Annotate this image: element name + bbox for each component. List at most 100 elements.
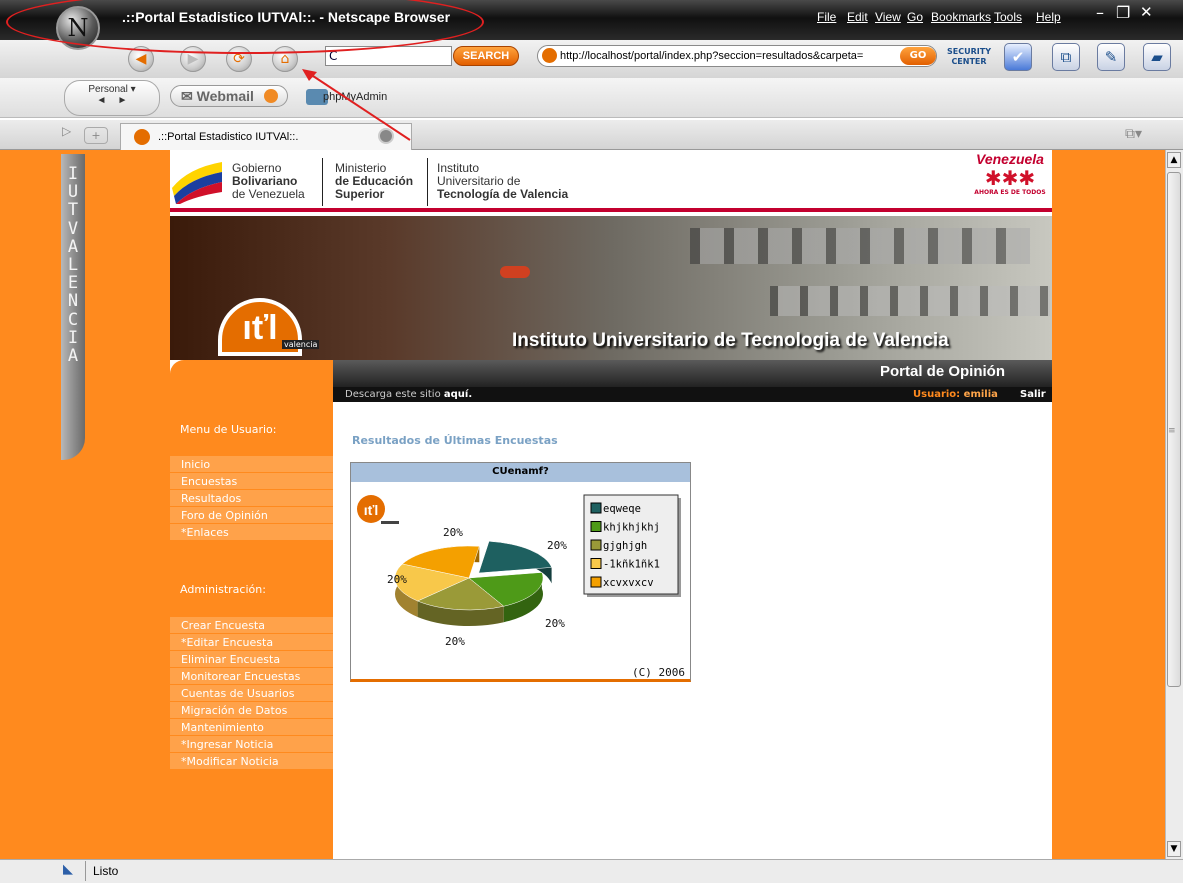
people-stars-icon: ✱✱✱ bbox=[984, 166, 1036, 190]
legend-label: -1kñk1ñk1 bbox=[603, 559, 660, 571]
search-input[interactable]: C bbox=[325, 46, 452, 66]
tab-favicon-icon bbox=[134, 129, 150, 145]
maximize-icon[interactable]: ❐ bbox=[1116, 3, 1130, 22]
connection-status-icon: ◣ bbox=[63, 862, 73, 877]
menu-item-foro[interactable]: Foro de Opinión bbox=[170, 507, 333, 524]
vertical-brand-text: IUTVALENCIA bbox=[67, 164, 79, 367]
menu-item-crear-encuesta[interactable]: Crear Encuesta bbox=[170, 617, 333, 634]
tab-portal[interactable]: .::Portal Estadistico IUTVAl::. bbox=[120, 123, 412, 150]
venezuela-logo-title: Venezuela bbox=[976, 151, 1044, 167]
download-text: Descarga este sitio aquí. bbox=[345, 387, 472, 402]
gov-block-1: Gobierno Bolivariano de Venezuela bbox=[232, 162, 305, 201]
personal-menu-button[interactable]: Personal ▾ ◄ ► bbox=[64, 80, 160, 116]
menu-item-eliminar-encuesta[interactable]: Eliminar Encuesta bbox=[170, 651, 333, 668]
copyright-text: (C) 2006 bbox=[632, 666, 685, 679]
chart-title: CUenamf? bbox=[492, 466, 549, 477]
pie-chart: ıťl 20% 20% 20% 20% 20% eqweqe khjkhjkhj gjghj… bbox=[357, 494, 681, 648]
gov-2-line3: Superior bbox=[335, 187, 385, 201]
menu-item-enlaces[interactable]: *Enlaces bbox=[170, 524, 333, 541]
menu-file[interactable]: File bbox=[817, 10, 836, 24]
gov-1-line3: de Venezuela bbox=[232, 187, 305, 201]
new-tab-icon[interactable]: + bbox=[84, 127, 108, 144]
go-button[interactable]: GO bbox=[900, 47, 936, 65]
menu-item-migracion[interactable]: Migración de Datos bbox=[170, 702, 333, 719]
phpmyadmin-bookmark[interactable]: phpMyAdmin bbox=[323, 91, 387, 103]
venezuela-flag-icon bbox=[172, 162, 222, 204]
menu-item-mantenimiento[interactable]: Mantenimiento bbox=[170, 719, 333, 736]
pie-slice-eqweqe bbox=[478, 541, 552, 574]
download-link[interactable]: aquí. bbox=[444, 389, 472, 400]
menu-item-inicio[interactable]: Inicio bbox=[170, 456, 333, 473]
grip-icon: ≡ bbox=[1168, 426, 1176, 436]
minimize-icon[interactable]: – bbox=[1096, 3, 1104, 22]
home-icon[interactable]: ⌂ bbox=[272, 46, 298, 72]
venezuela-logo: Venezuela ✱✱✱ AHORA ES DE TODOS bbox=[968, 151, 1052, 209]
pie-value-label: 20% bbox=[387, 573, 407, 586]
logo-subtext: valencia bbox=[282, 340, 320, 349]
logout-link[interactable]: Salir bbox=[1020, 387, 1046, 402]
tab-scroll-left-icon[interactable]: ▷ bbox=[62, 124, 71, 138]
legend-swatch bbox=[590, 539, 602, 551]
site-favicon-icon bbox=[542, 48, 557, 63]
lab-light-image bbox=[500, 266, 530, 278]
scroll-up-icon[interactable]: ▲ bbox=[1167, 152, 1181, 168]
menu-item-encuestas[interactable]: Encuestas bbox=[170, 473, 333, 490]
menu-item-editar-encuesta[interactable]: *Editar Encuesta bbox=[170, 634, 333, 651]
netscape-logo-icon[interactable]: N bbox=[56, 6, 100, 50]
site-identity-icon[interactable] bbox=[378, 128, 394, 144]
shield-icon[interactable]: ✔ bbox=[1004, 43, 1032, 71]
gov-divider bbox=[322, 158, 323, 206]
status-divider bbox=[85, 861, 86, 881]
menu-bookmarks[interactable]: Bookmarks bbox=[931, 10, 991, 24]
chart-logo-icon: ıťl bbox=[357, 495, 399, 524]
pie-value-label: 20% bbox=[445, 635, 465, 648]
back-arrow-icon[interactable]: ◀ bbox=[128, 46, 154, 72]
user-menu-heading: Menu de Usuario: bbox=[180, 423, 277, 436]
browser-window: N .::Portal Estadistico IUTVAl::. - Nets… bbox=[0, 0, 1183, 883]
legend-swatch bbox=[590, 558, 602, 569]
lab-equipment-image bbox=[770, 286, 1050, 316]
user-name: emilia bbox=[963, 389, 998, 400]
menu-help[interactable]: Help bbox=[1036, 10, 1061, 24]
pie-value-label: 20% bbox=[547, 539, 567, 552]
tab-list-icon[interactable]: ⧉▾ bbox=[1125, 126, 1142, 142]
window-tile-icon[interactable]: ⧉ bbox=[1052, 43, 1080, 71]
menu-item-monitorear[interactable]: Monitorear Encuestas bbox=[170, 668, 333, 685]
menu-tools[interactable]: Tools bbox=[994, 10, 1022, 24]
eraser-icon[interactable]: ▰ bbox=[1143, 43, 1171, 71]
menu-item-cuentas[interactable]: Cuentas de Usuarios bbox=[170, 685, 333, 702]
close-icon[interactable]: ✕ bbox=[1140, 3, 1153, 21]
download-label: Descarga este sitio bbox=[345, 389, 444, 400]
scroll-down-icon[interactable]: ▼ bbox=[1167, 841, 1181, 857]
menu-item-modificar-noticia[interactable]: *Modificar Noticia bbox=[170, 753, 333, 770]
security-center-label[interactable]: SECURITY CENTER bbox=[942, 45, 996, 69]
menu-go[interactable]: Go bbox=[907, 10, 923, 24]
personal-label: Personal bbox=[88, 84, 128, 95]
legend-swatch bbox=[590, 576, 602, 588]
results-heading: Resultados de Últimas Encuestas bbox=[352, 434, 558, 447]
reload-icon[interactable]: ⟳ bbox=[226, 46, 252, 72]
forward-arrow-icon[interactable]: ▶ bbox=[180, 46, 206, 72]
menu-edit[interactable]: Edit bbox=[847, 10, 868, 24]
url-address-field[interactable]: http://localhost/portal/index.php?seccio… bbox=[537, 45, 937, 67]
menu-item-resultados[interactable]: Resultados bbox=[170, 490, 333, 507]
legend-swatch bbox=[590, 502, 602, 514]
pen-icon[interactable]: ✎ bbox=[1097, 43, 1125, 71]
status-text: Listo bbox=[93, 864, 119, 878]
user-info: Usuario: emilia bbox=[913, 387, 998, 402]
portal-title: Portal de Opinión bbox=[880, 363, 1006, 380]
admin-menu-heading: Administración: bbox=[180, 583, 266, 596]
prev-next-arrows-icon[interactable]: ◄ ► bbox=[97, 95, 128, 106]
gov-block-2: Ministerio de Educación Superior bbox=[335, 162, 413, 201]
menu-item-ingresar-noticia[interactable]: *Ingresar Noticia bbox=[170, 736, 333, 753]
user-label: Usuario: bbox=[913, 389, 964, 400]
webmail-dropdown-icon[interactable] bbox=[264, 89, 278, 103]
window-title: .::Portal Estadistico IUTVAl::. - Netsca… bbox=[122, 9, 451, 25]
banner-title: Instituto Universitario de Tecnologia de… bbox=[512, 330, 949, 351]
gov-divider bbox=[427, 158, 428, 206]
lab-equipment-image bbox=[690, 228, 1030, 264]
search-button[interactable]: SEARCH bbox=[453, 46, 519, 66]
legend: eqweqe khjkhjkhj gjghjgh -1kñk1ñk1 xcvxvxcv bbox=[583, 494, 681, 597]
sidebar-top-tab bbox=[170, 360, 333, 387]
menu-view[interactable]: View bbox=[875, 10, 901, 24]
